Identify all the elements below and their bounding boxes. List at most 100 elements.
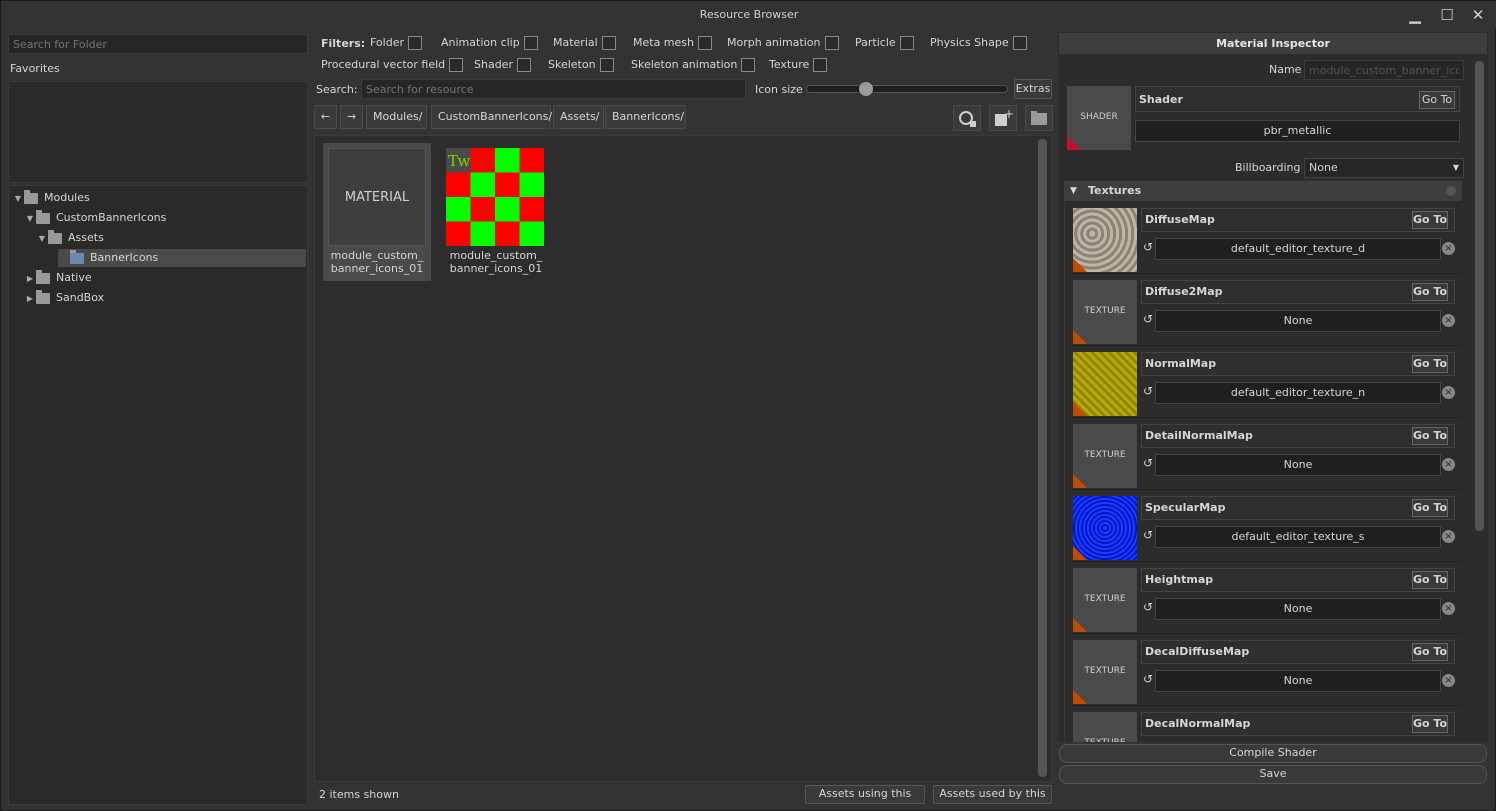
reset-icon[interactable]: ↺ (1143, 600, 1153, 614)
reset-icon[interactable]: ↺ (1143, 528, 1153, 542)
filter-checkbox[interactable] (516, 58, 531, 72)
reset-icon[interactable]: ↺ (1143, 456, 1153, 470)
goto-button[interactable]: Go To (1412, 427, 1448, 445)
assets-used-by-this-button[interactable]: Assets used by this (933, 785, 1052, 804)
maximize-button[interactable]: ☐ (1436, 5, 1458, 25)
back-button[interactable]: ← (314, 105, 337, 129)
clear-icon[interactable]: × (1442, 242, 1455, 255)
goto-button[interactable]: Go To (1412, 211, 1448, 229)
texture-thumbnail[interactable]: TEXTURE (1073, 424, 1137, 488)
texture-thumbnail[interactable]: TEXTURE (1073, 280, 1137, 344)
tree-item-assets[interactable]: ▼ Assets (36, 229, 104, 247)
asset-grid-scrollbar[interactable] (1038, 139, 1047, 777)
texture-value[interactable]: None (1155, 310, 1441, 332)
new-folder-icon[interactable] (1025, 105, 1053, 131)
goto-button[interactable]: Go To (1412, 499, 1448, 517)
extras-button[interactable]: Extras (1014, 79, 1052, 99)
expand-arrow-icon[interactable]: ▼ (36, 230, 48, 248)
collapsed-arrow-icon[interactable]: ▶ (24, 290, 36, 308)
icon-size-slider-handle[interactable] (859, 82, 873, 96)
textures-header[interactable]: ▼ Textures (1064, 181, 1462, 201)
goto-button[interactable]: Go To (1412, 571, 1448, 589)
texture-thumbnail[interactable] (1073, 208, 1137, 272)
filter-shader[interactable]: Shader (474, 58, 531, 72)
filter-checkbox[interactable] (523, 36, 538, 50)
filter-material[interactable]: Material (553, 36, 616, 50)
breadcrumb-item[interactable]: CustomBannerIcons/ (431, 105, 552, 129)
texture-thumbnail[interactable]: TEXTURE (1073, 640, 1137, 704)
filter-texture[interactable]: Texture (769, 58, 828, 72)
filter-checkbox[interactable] (899, 36, 914, 50)
filter-checkbox[interactable] (449, 58, 464, 72)
clear-icon[interactable]: × (1442, 314, 1455, 327)
goto-button[interactable]: Go To (1412, 283, 1448, 301)
filter-checkbox[interactable] (813, 58, 828, 72)
filter-procedural-vector-field[interactable]: Procedural vector field (321, 58, 464, 72)
goto-button[interactable]: Go To (1412, 643, 1448, 661)
clear-icon[interactable]: × (1442, 602, 1455, 615)
resource-search-input[interactable] (361, 79, 746, 99)
tree-item-bannericons[interactable]: BannerIcons (58, 249, 306, 267)
refresh-search-icon[interactable] (953, 105, 981, 131)
filter-checkbox[interactable] (1012, 36, 1027, 50)
shader-value[interactable]: pbr_metallic (1135, 120, 1460, 142)
texture-thumbnail[interactable]: TEXTURE (1073, 712, 1137, 742)
collapse-arrow-icon[interactable]: ▼ (1070, 181, 1077, 201)
expand-arrow-icon[interactable]: ▼ (24, 210, 36, 228)
filter-checkbox[interactable] (698, 36, 712, 50)
clear-icon[interactable]: × (1442, 530, 1455, 543)
filter-morph-animation[interactable]: Morph animation (727, 36, 839, 50)
tree-item-native[interactable]: ▶ Native (24, 269, 92, 287)
reset-icon[interactable]: ↺ (1143, 312, 1153, 326)
texture-value[interactable]: None (1155, 670, 1441, 692)
billboarding-select[interactable]: None ▼ (1304, 158, 1464, 178)
shader-goto-button[interactable]: Go To (1419, 91, 1455, 109)
filter-particle[interactable]: Particle (855, 36, 914, 50)
assets-using-this-button[interactable]: Assets using this (805, 785, 925, 804)
filter-skeleton-animation[interactable]: Skeleton animation (631, 58, 756, 72)
reset-icon[interactable]: ↺ (1143, 672, 1153, 686)
filter-checkbox[interactable] (408, 36, 422, 50)
folder-search-input[interactable] (8, 34, 308, 54)
expand-arrow-icon[interactable]: ▼ (12, 190, 24, 208)
texture-value[interactable]: default_editor_texture_s (1155, 526, 1441, 548)
asset-tile-material[interactable]: MATERIAL module_custom_banner_icons_01 (323, 143, 431, 281)
texture-value[interactable]: default_editor_texture_n (1155, 382, 1441, 404)
texture-value[interactable]: default_editor_texture_d (1155, 238, 1441, 260)
texture-thumbnail[interactable] (1073, 352, 1137, 416)
texture-value[interactable]: None (1155, 454, 1441, 476)
reset-icon[interactable]: ↺ (1143, 240, 1153, 254)
breadcrumb-item[interactable]: Modules/ (366, 105, 427, 129)
filter-checkbox[interactable] (599, 58, 614, 72)
close-button[interactable]: ✕ (1467, 5, 1489, 25)
tree-item-custombannericons[interactable]: ▼ CustomBannerIcons (24, 209, 166, 227)
filter-animation-clip[interactable]: Animation clip (441, 36, 538, 50)
texture-thumbnail[interactable] (1073, 496, 1137, 560)
breadcrumb-item[interactable]: BannerIcons/ (605, 105, 686, 129)
inspector-scrollbar[interactable] (1475, 61, 1484, 531)
material-name-input[interactable] (1304, 60, 1464, 80)
tree-item-sandbox[interactable]: ▶ SandBox (24, 289, 104, 307)
clear-icon[interactable]: × (1442, 674, 1455, 687)
asset-tile-texture[interactable]: Tw module_custom_banner_icons_01 (442, 143, 550, 281)
forward-button[interactable]: → (340, 105, 363, 129)
filter-physics-shape[interactable]: Physics Shape (930, 36, 1027, 50)
texture-value[interactable]: None (1155, 598, 1441, 620)
goto-button[interactable]: Go To (1412, 355, 1448, 373)
filter-meta-mesh[interactable]: Meta mesh (633, 36, 712, 50)
textures-toggle-icon[interactable] (1446, 186, 1456, 196)
favorites-list[interactable] (8, 81, 308, 183)
filter-checkbox[interactable] (601, 36, 616, 50)
compile-shader-button[interactable]: Compile Shader (1059, 744, 1487, 763)
add-resource-icon[interactable]: + (989, 105, 1017, 131)
icon-size-slider[interactable] (806, 85, 1008, 93)
filter-skeleton[interactable]: Skeleton (548, 58, 614, 72)
reset-icon[interactable]: ↺ (1143, 384, 1153, 398)
save-button[interactable]: Save (1059, 765, 1487, 784)
collapsed-arrow-icon[interactable]: ▶ (24, 270, 36, 288)
filter-folder[interactable]: Folder (370, 36, 422, 50)
goto-button[interactable]: Go To (1412, 715, 1448, 733)
filter-checkbox[interactable] (741, 58, 756, 72)
minimize-button[interactable]: ▁ (1404, 5, 1426, 25)
clear-icon[interactable]: × (1442, 458, 1455, 471)
